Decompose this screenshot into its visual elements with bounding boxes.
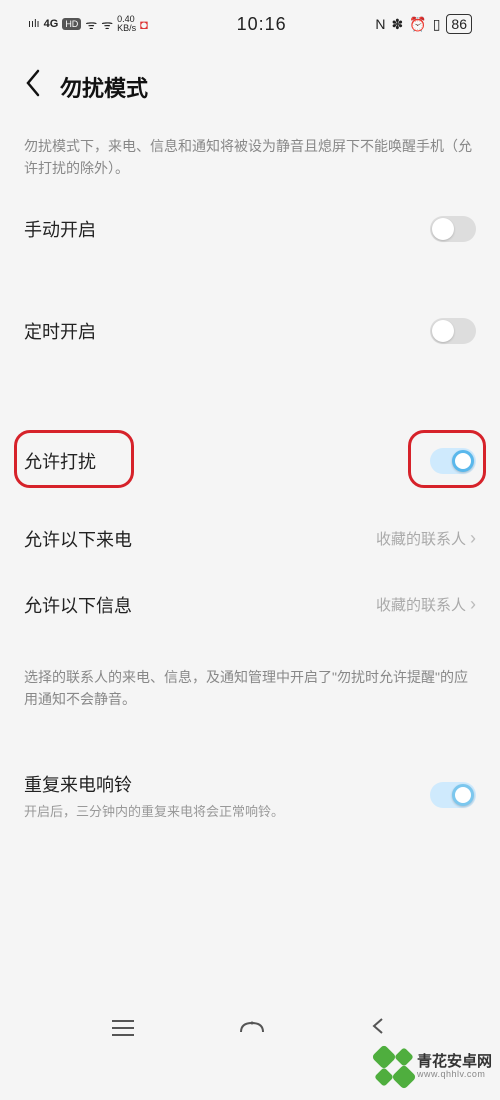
wifi-icon: ᯤ (85, 15, 97, 33)
allow-messages-row[interactable]: 允许以下信息 收藏的联系人 › (0, 572, 500, 638)
scheduled-enable-label: 定时开启 (24, 318, 96, 344)
allow-calls-value: 收藏的联系人 (376, 528, 466, 549)
clock: 10:16 (237, 14, 287, 35)
repeat-call-label: 重复来电响铃 (24, 771, 284, 797)
allow-description: 选择的联系人的来电、信息，及通知管理中开启了"勿扰时允许提醒"的应用通知不会静音… (0, 638, 500, 727)
scheduled-enable-toggle[interactable] (430, 318, 476, 344)
alarm-icon: ⏰ (409, 16, 426, 33)
manual-enable-toggle[interactable] (430, 216, 476, 242)
mode-description: 勿扰模式下，来电、信息和通知将被设为静音且熄屏下不能唤醒手机（允许打扰的除外）。 (0, 115, 500, 196)
page-title: 勿扰模式 (60, 71, 148, 103)
chevron-right-icon: › (470, 594, 476, 615)
status-left: ıılı 4G HD ᯤ ᯤ 0.40 KB/s ◘ (28, 15, 148, 33)
vibrate-icon: ▯ (433, 16, 441, 33)
back-nav-button[interactable] (370, 1017, 388, 1040)
battery-indicator: 86 (446, 14, 472, 34)
home-button[interactable] (238, 1017, 266, 1040)
bluetooth-icon: ✽ (392, 16, 404, 33)
allow-messages-value: 收藏的联系人 (376, 594, 466, 615)
hd-badge: HD (62, 18, 81, 30)
watermark-title: 青花安卓网 (417, 1054, 492, 1071)
manual-enable-label: 手动开启 (24, 216, 96, 242)
repeat-call-sub: 开启后，三分钟内的重复来电将会正常响铃。 (24, 801, 284, 820)
manual-enable-row[interactable]: 手动开启 (0, 196, 500, 262)
allow-calls-label: 允许以下来电 (24, 526, 132, 552)
allow-interrupt-label: 允许打扰 (24, 448, 96, 474)
back-button[interactable] (24, 68, 42, 105)
watermark: 青花安卓网 www.qhhlv.com (375, 1048, 492, 1086)
allow-interrupt-row[interactable]: 允许打扰 (0, 424, 500, 498)
network-type: 4G (44, 18, 59, 30)
chevron-right-icon: › (470, 528, 476, 549)
page-header: 勿扰模式 (0, 48, 500, 115)
allow-interrupt-toggle[interactable] (430, 448, 476, 474)
nfc-icon: N (375, 16, 385, 32)
recent-apps-button[interactable] (112, 1020, 134, 1036)
wifi-icon-2: ᯤ (101, 15, 113, 33)
scheduled-enable-row[interactable]: 定时开启 (0, 298, 500, 364)
app-indicator-icon: ◘ (140, 17, 148, 32)
watermark-url: www.qhhlv.com (417, 1070, 492, 1080)
system-nav-bar (0, 1008, 500, 1048)
status-bar: ıılı 4G HD ᯤ ᯤ 0.40 KB/s ◘ 10:16 N ✽ ⏰ ▯… (0, 0, 500, 48)
data-rate: 0.40 KB/s (117, 15, 136, 33)
repeat-call-toggle[interactable] (430, 782, 476, 808)
signal-icon: ıılı (28, 18, 40, 30)
allow-calls-row[interactable]: 允许以下来电 收藏的联系人 › (0, 506, 500, 572)
watermark-logo-icon (375, 1048, 413, 1086)
repeat-call-row[interactable]: 重复来电响铃 开启后，三分钟内的重复来电将会正常响铃。 (0, 751, 500, 840)
allow-messages-label: 允许以下信息 (24, 592, 132, 618)
status-right: N ✽ ⏰ ▯ 86 (375, 14, 472, 34)
